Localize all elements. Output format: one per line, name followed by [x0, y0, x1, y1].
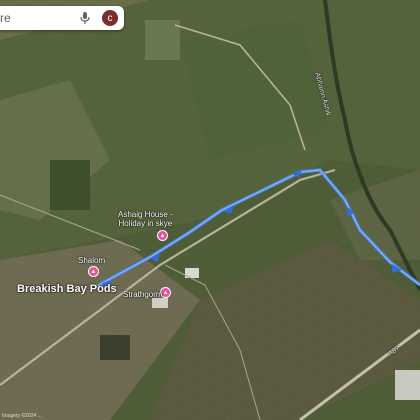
satellite-map[interactable] [0, 0, 420, 420]
poi-label-shalom[interactable]: Shalom [78, 256, 105, 265]
avatar[interactable]: c [102, 10, 118, 26]
poi-label-ashaig-house[interactable]: Ashaig House - Holiday in skye [118, 210, 173, 228]
microphone-icon[interactable] [78, 11, 92, 25]
search-input[interactable]: re [0, 11, 78, 25]
place-label-breakish-bay-pods[interactable]: Breakish Bay Pods [17, 283, 117, 295]
search-bar[interactable]: re c [0, 6, 124, 30]
place-pin-icon[interactable]: ▲ [157, 230, 168, 241]
poi-label-strathgorm[interactable]: Strathgorm [123, 290, 163, 299]
place-pin-icon[interactable]: ▲ [88, 266, 99, 277]
map-attribution[interactable]: Imagery ©2024 ... [2, 413, 42, 419]
